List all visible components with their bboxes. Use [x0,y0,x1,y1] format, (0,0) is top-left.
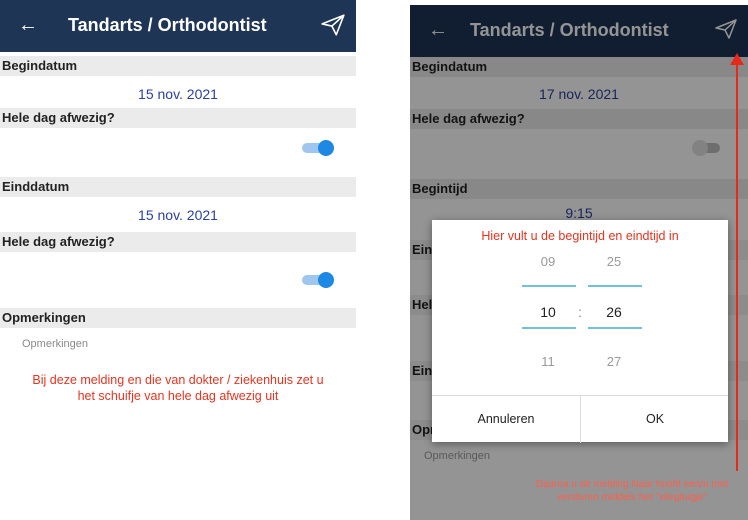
hour-next[interactable]: 11 [518,354,578,369]
hour-divider-top [522,285,576,287]
send-paper-plane-icon[interactable] [320,12,346,43]
minute-selected[interactable]: 26 [584,304,644,320]
annotation-hint: Daarna u de melding Naar hoofd een/u met… [535,479,729,503]
hele-dag-header: Hele dag afwezig? [0,232,356,252]
begindatum-value[interactable]: 15 nov. 2021 [0,86,356,102]
hour-divider-bottom [522,327,576,329]
app-bar: ← Tandarts / Orthodontist [0,0,356,52]
minute-next[interactable]: 27 [584,354,644,369]
hele-dag-toggle[interactable] [302,272,334,288]
hele-dag-toggle[interactable] [302,140,334,156]
right-screen: ← Tandarts / Orthodontist Begindatum 17 … [410,5,748,520]
annotation-note: Bij deze melding en die van dokter / zie… [32,373,324,403]
hour-prev[interactable]: 09 [518,254,578,269]
einddatum-value[interactable]: 15 nov. 2021 [0,207,356,223]
ok-button[interactable]: OK [580,396,729,443]
einddatum-header: Einddatum [0,177,356,197]
arrow-left-icon[interactable]: ← [18,14,38,37]
left-screen: ← Tandarts / Orthodontist Begindatum 15 … [0,0,356,433]
dialog-title: Hier vult u de begintijd en eindtijd in [481,229,679,243]
minute-divider-top [588,285,642,287]
cancel-button[interactable]: Annuleren [432,396,580,443]
time-separator: : [578,304,582,320]
hour-selected[interactable]: 10 [518,304,578,320]
annotation-arrow-line [736,61,738,471]
page-title: Tandarts / Orthodontist [68,15,267,35]
annotation-arrow-head-icon [730,53,744,65]
dialog-button-bar: Annuleren OK [432,395,728,443]
opmerkingen-input[interactable]: Opmerkingen [22,338,88,350]
time-picker-dialog: Hier vult u de begintijd en eindtijd in … [432,220,728,443]
begindatum-header: Begindatum [0,56,356,76]
opmerkingen-header: Opmerkingen [0,308,356,328]
minute-divider-bottom [588,327,642,329]
hele-dag-header: Hele dag afwezig? [0,108,356,128]
minute-prev[interactable]: 25 [584,254,644,269]
